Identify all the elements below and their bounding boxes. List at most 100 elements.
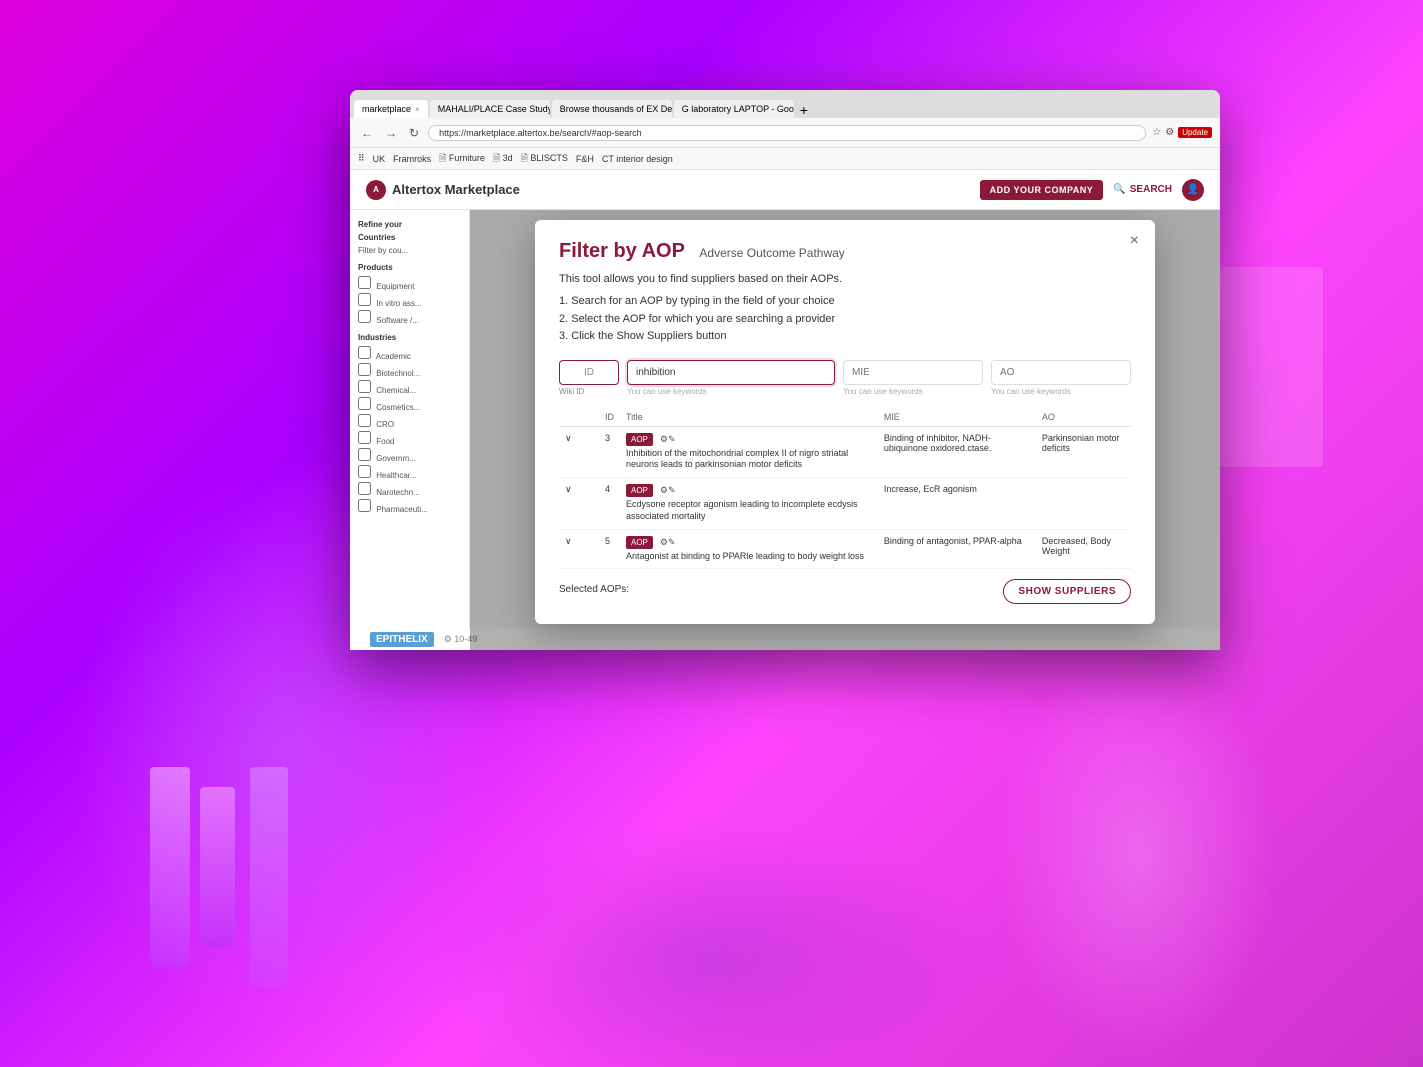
row-mie-1: Binding of inhibitor, NADH-ubiquinone ox… [878,426,1036,477]
id-field: ID Wiki ID [559,360,619,396]
browser-tab-active[interactable]: marketplace × [354,100,428,118]
search-fields-row: ID Wiki ID You can use keywords You can [559,360,1131,396]
modal-close-button[interactable]: × [1130,232,1139,250]
filter-modal: × Filter by AOP Adverse Outcome Pathway … [535,220,1155,624]
update-button[interactable]: Update [1178,127,1212,138]
star-icon[interactable]: ☆ [1152,127,1161,138]
col-header-mie: MIE [878,408,1036,427]
modal-header: Filter by AOP Adverse Outcome Pathway [559,240,1131,263]
sidebar-item-academic[interactable]: Academic [358,346,461,361]
reload-button[interactable]: ↻ [406,126,422,140]
forward-button[interactable]: → [382,126,400,140]
tab-label-2: MAHALI/PLACE Case Study – [438,104,550,114]
ao-input[interactable] [991,360,1131,385]
ao-hint: You can use keywords [991,387,1131,396]
add-company-button[interactable]: ADD YOUR COMPANY [980,180,1104,200]
bookmark-bliscts[interactable]: 🗎 BLISCTS [521,151,568,167]
sidebar-item-software[interactable]: Software /... [358,310,461,325]
row-icons-1: ⚙✎ [660,434,676,445]
results-table: ID Title MIE AO ∨ [559,408,1131,569]
browser-tab-2[interactable]: MAHALI/PLACE Case Study – × [430,100,550,118]
row-id-2: 4 [599,478,620,529]
bookmark-framroks[interactable]: Framroks [393,154,431,164]
user-icon[interactable]: 👤 [1182,179,1204,201]
main-search-input[interactable] [627,360,835,385]
row-mie-3: Binding of antagonist, PPAR-alpha [878,529,1036,569]
aop-badge-3: AOP [626,536,653,549]
address-bar[interactable]: https://marketplace.altertox.be/search/#… [428,125,1146,141]
row-title-1: Inhibition of the mitochondrial complex … [626,448,872,471]
row-ao-2 [1036,478,1131,529]
col-header-ao: AO [1036,408,1131,427]
site-body: Refine your Countries Filter by cou... P… [350,210,1220,650]
browser-window: marketplace × MAHALI/PLACE Case Study – … [350,90,1220,650]
modal-subtitle: Adverse Outcome Pathway [699,246,844,260]
tab-label: marketplace [362,104,411,114]
aop-badge-1: AOP [626,433,653,446]
browser-tab-4[interactable]: G laboratory LAPTOP - Google S... × [674,100,794,118]
modal-description: This tool allows you to find suppliers b… [559,273,1131,285]
row-title-3: Antagonist at binding to PPARle leading … [626,551,872,563]
show-suppliers-button[interactable]: SHOW SUPPLIERS [1003,579,1131,604]
site-header-right: ADD YOUR COMPANY 🔍 SEARCH 👤 [980,179,1204,201]
browser-action-icons: ☆ ⚙ Update [1152,127,1212,138]
sidebar-item-nanotech[interactable]: Narotechn... [358,482,461,497]
instruction-1: 1. Search for an AOP by typing in the fi… [559,293,1131,311]
id-field-label[interactable]: ID [559,360,619,385]
lab-tube-2 [200,787,235,947]
back-button[interactable]: ← [358,126,376,140]
sidebar-item-equipment[interactable]: Equipment [358,276,461,291]
site-header: A Altertox Marketplace ADD YOUR COMPANY … [350,170,1220,210]
sidebar-countries-title: Countries [358,233,461,242]
sidebar-item-cosmetics[interactable]: Cosmetics... [358,397,461,412]
main-search-field: You can use keywords [627,360,835,396]
row-title-cell-1: AOP ⚙✎ Inhibition of the mitochondrial c… [620,426,878,477]
modal-instructions: 1. Search for an AOP by typing in the fi… [559,293,1131,346]
bookmark-interior[interactable]: CT interior design [602,154,673,164]
table-row: ∨ 3 AOP ⚙✎ [559,426,1131,477]
sidebar-item-pharma[interactable]: Pharmaceuti... [358,499,461,514]
sidebar-item-biotech[interactable]: Biotechnol... [358,363,461,378]
sidebar-item-cro[interactable]: CRO [358,414,461,429]
website-content: A Altertox Marketplace ADD YOUR COMPANY … [350,170,1220,650]
sidebar-item-food[interactable]: Food [358,431,461,446]
row-id-1: 3 [599,426,620,477]
search-label: SEARCH [1130,184,1172,195]
sidebar-filter-country[interactable]: Filter by cou... [358,246,461,255]
bookmark-feh[interactable]: F&H [576,154,594,164]
mie-field: You can use keywords [843,360,983,396]
row-ao-3: Decreased, Body Weight [1036,529,1131,569]
browser-toolbar: ← → ↻ https://marketplace.altertox.be/se… [350,118,1220,148]
new-tab-icon[interactable]: + [800,102,808,118]
row-badge-cell-1: AOP ⚙✎ [626,433,872,446]
row-expand-1[interactable]: ∨ [559,426,599,477]
mie-hint: You can use keywords [843,387,983,396]
sidebar-item-chemical[interactable]: Chemical... [358,380,461,395]
sidebar-products-title: Products [358,263,461,272]
main-area: × Filter by AOP Adverse Outcome Pathway … [470,210,1220,650]
browser-tab-3[interactable]: Browse thousands of EX Desc... × [552,100,672,118]
sidebar-item-healthcare[interactable]: Healthcar... [358,465,461,480]
row-expand-3[interactable]: ∨ [559,529,599,569]
extension-icon[interactable]: ⚙ [1165,127,1174,138]
browser-tab-bar: marketplace × MAHALI/PLACE Case Study – … [350,90,1220,118]
row-expand-2[interactable]: ∨ [559,478,599,529]
search-button[interactable]: 🔍 SEARCH [1113,184,1172,195]
sidebar-item-invitro[interactable]: In vitro ass... [358,293,461,308]
row-badge-cell-2: AOP ⚙✎ [626,484,872,497]
table-row: ∨ 4 AOP ⚙✎ [559,478,1131,529]
col-header-id-num: ID [599,408,620,427]
bookmark-furniture[interactable]: 🗎 Furniture [439,151,485,167]
modal-title: Filter by AOP [559,240,685,262]
laptop-screen: marketplace × MAHALI/PLACE Case Study – … [350,90,1220,670]
bookmark-3d[interactable]: 🗎 3d [493,151,513,167]
bookmark-uk[interactable]: UK [373,154,386,164]
sidebar: Refine your Countries Filter by cou... P… [350,210,470,650]
sidebar-item-government[interactable]: Governm... [358,448,461,463]
sidebar-industries-title: Industries [358,333,461,342]
row-icons-3: ⚙✎ [660,537,676,548]
instruction-2: 2. Select the AOP for which you are sear… [559,311,1131,329]
tab-close-icon[interactable]: × [415,105,420,114]
mie-input[interactable] [843,360,983,385]
bookmark-apps-icon: ⠿ [358,153,365,164]
